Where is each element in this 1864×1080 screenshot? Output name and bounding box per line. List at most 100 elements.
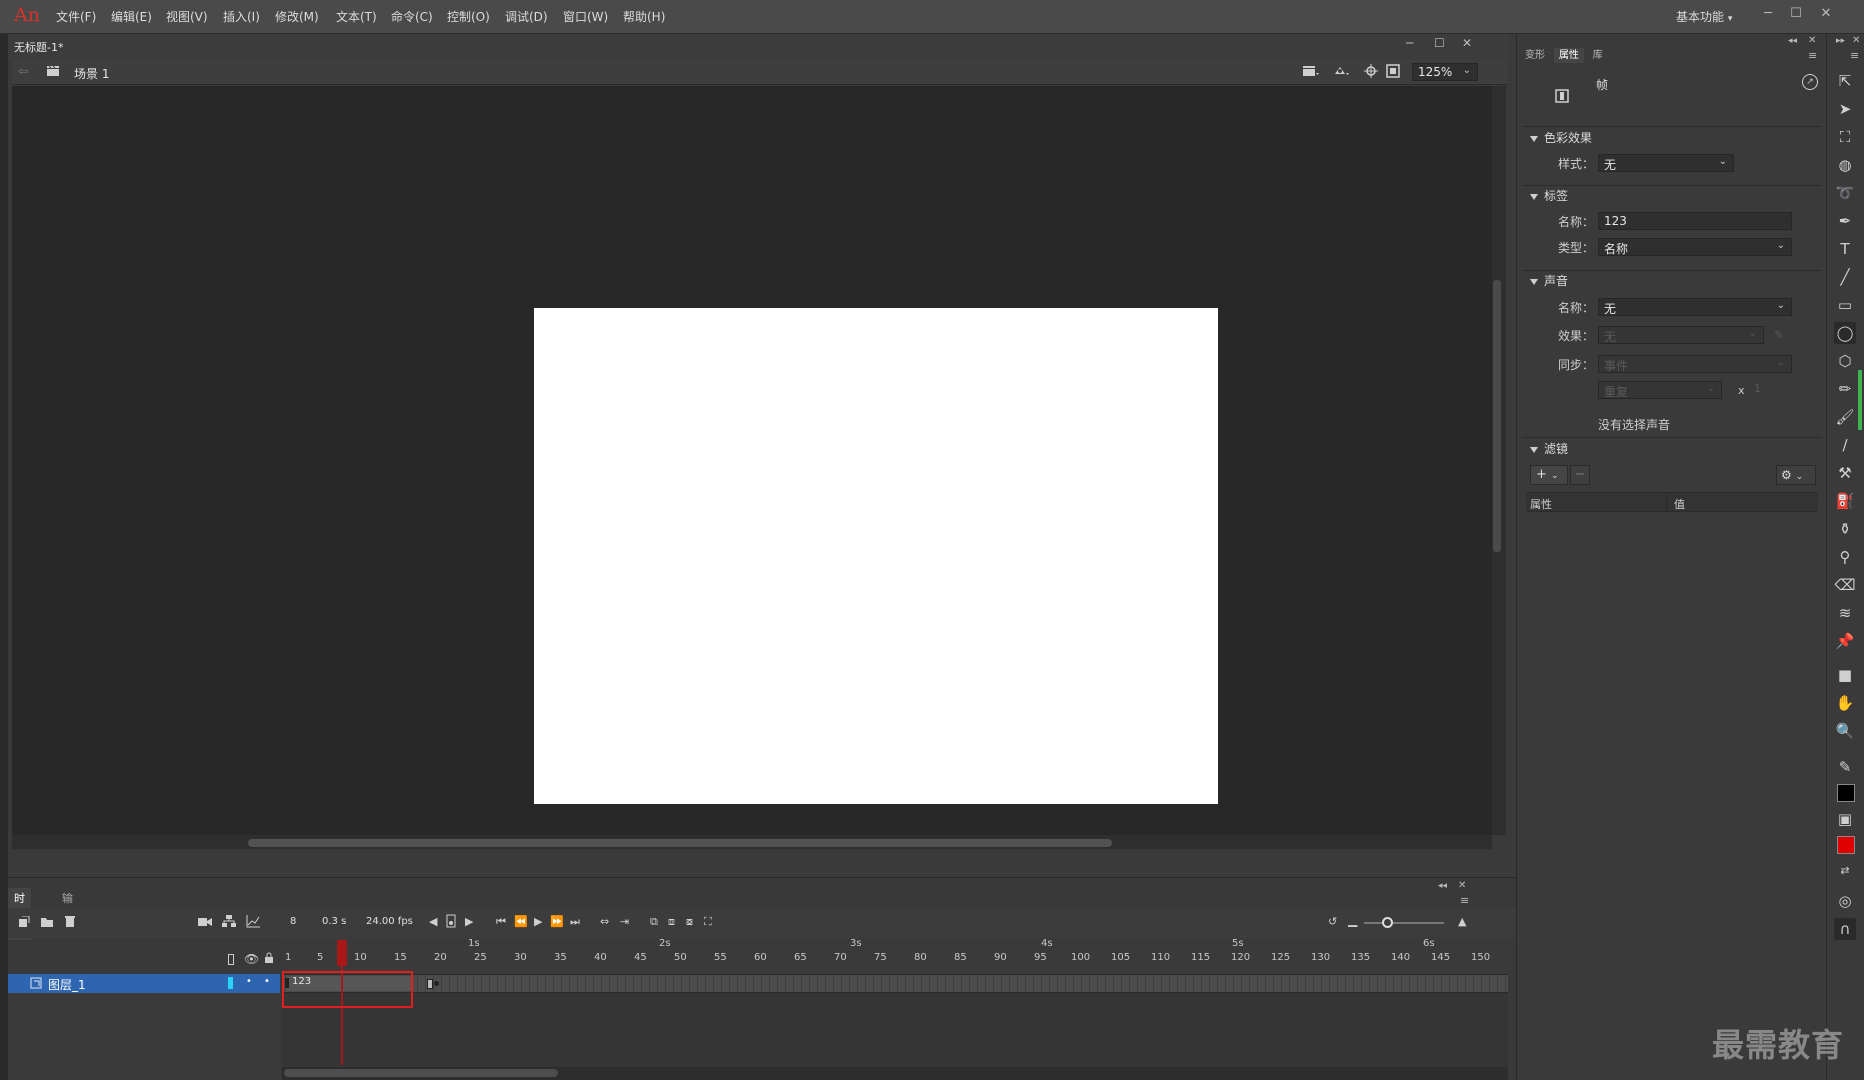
end-frame-marker[interactable] — [427, 979, 433, 989]
color-effect-header[interactable]: 色彩效果 — [1530, 129, 1592, 146]
center-stage-icon[interactable] — [1364, 64, 1378, 78]
stage-canvas[interactable] — [534, 308, 1218, 804]
color-style-select[interactable]: 无 ⌄ — [1598, 154, 1734, 172]
add-filter-button[interactable]: + ⌄ — [1530, 465, 1568, 485]
menu-insert[interactable]: 插入(I) — [223, 8, 260, 25]
doc-close-icon[interactable]: ✕ — [1462, 36, 1472, 50]
play-icon[interactable]: ▶ — [534, 915, 542, 928]
menu-help[interactable]: 帮助(H) — [623, 8, 665, 25]
onion-outline-icon[interactable]: ⧈ — [668, 915, 675, 929]
menu-file[interactable]: 文件(F) — [56, 8, 96, 25]
stroke-color-swatch[interactable] — [1837, 784, 1855, 802]
layer-name[interactable]: 图层_1 — [48, 976, 86, 993]
new-folder-icon[interactable] — [40, 916, 54, 928]
parent-view-icon[interactable] — [222, 915, 236, 928]
elapsed-time[interactable]: 0.3 s — [322, 916, 346, 927]
text-tool-icon[interactable]: T — [1834, 238, 1856, 260]
eye-icon[interactable]: 👁 — [244, 952, 259, 966]
collapse-panel-icon[interactable]: ◂◂ — [1788, 36, 1797, 46]
width-tool-icon[interactable]: ≋ — [1834, 602, 1856, 624]
sound-name-select[interactable]: 无 ⌄ — [1598, 298, 1792, 316]
vertical-scroll-thumb[interactable] — [1493, 280, 1501, 552]
free-transform-tool-icon[interactable]: ⛶ — [1834, 126, 1856, 148]
menu-window[interactable]: 窗口(W) — [563, 8, 608, 25]
graph-icon[interactable] — [246, 915, 260, 928]
help-icon[interactable]: ↗ — [1802, 74, 1818, 90]
menu-debug[interactable]: 调试(D) — [505, 8, 548, 25]
label-section-header[interactable]: 标签 — [1530, 187, 1568, 204]
insert-keyframe-icon[interactable] — [446, 914, 456, 928]
step-forward-icon[interactable]: ⏩ — [550, 915, 564, 928]
label-type-select[interactable]: 名称 ⌄ — [1598, 238, 1792, 256]
horizontal-scroll-thumb[interactable] — [248, 839, 1112, 847]
go-to-first-icon[interactable]: ⏮ — [496, 915, 506, 929]
minimize-icon[interactable]: ─ — [1758, 4, 1778, 24]
pen-tool-icon[interactable]: ✒ — [1834, 210, 1856, 232]
filter-options-button[interactable]: ⚙ ⌄ — [1776, 465, 1816, 485]
prev-keyframe-icon[interactable]: ◀ — [429, 915, 437, 928]
panel-close-icon[interactable]: ✕ — [1808, 35, 1816, 46]
frame-size-slider-thumb[interactable] — [1382, 917, 1393, 928]
swap-colors-icon[interactable]: ⇄ — [1834, 860, 1856, 882]
restore-icon[interactable]: ☐ — [1786, 4, 1806, 24]
layer-color-swatch[interactable] — [228, 977, 233, 989]
menu-view[interactable]: 视图(V) — [166, 8, 208, 25]
zoom-in-frames-icon[interactable]: ▲ — [1458, 915, 1466, 928]
object-drawing-icon[interactable]: ◎ — [1834, 890, 1856, 912]
frame-rate[interactable]: 24.00 fps — [366, 916, 413, 927]
lock-dot[interactable]: • — [264, 976, 270, 987]
doc-restore-icon[interactable]: ☐ — [1434, 36, 1445, 50]
menu-text[interactable]: 文本(T) — [336, 8, 377, 25]
menu-commands[interactable]: 命令(C) — [391, 8, 433, 25]
fit-frames-icon[interactable]: ↺ — [1328, 915, 1337, 928]
timeline-scroll-thumb[interactable] — [284, 1069, 558, 1077]
tools-menu-icon[interactable]: ≡ — [1850, 49, 1859, 62]
edit-multiple-frames-icon[interactable]: ⧇ — [686, 915, 693, 929]
close-icon[interactable]: ✕ — [1816, 4, 1836, 24]
line-tool-icon[interactable]: ╱ — [1834, 266, 1856, 288]
subselection-tool-icon[interactable]: ➤ — [1834, 98, 1856, 120]
zoom-select[interactable]: 125% ⌄ — [1412, 63, 1478, 81]
3d-rotation-tool-icon[interactable]: ◍ — [1834, 154, 1856, 176]
collapse-panel-icon[interactable]: ◂◂ — [1438, 881, 1447, 891]
ink-bottle-tool-icon[interactable]: ⚱ — [1834, 518, 1856, 540]
eraser-tool-icon[interactable]: ⌫ — [1834, 574, 1856, 596]
back-arrow-icon[interactable]: ⇦ — [18, 64, 28, 78]
tab-library[interactable]: 库 — [1588, 48, 1608, 63]
go-to-last-icon[interactable]: ⏭ — [570, 915, 580, 929]
selection-tool-icon[interactable]: ⇱ — [1834, 70, 1856, 92]
polystar-tool-icon[interactable]: ⬡ — [1834, 350, 1856, 372]
paint-bucket-tool-icon[interactable]: ⛽ — [1834, 490, 1856, 512]
remove-filter-button[interactable]: − — [1570, 465, 1590, 485]
layer-row[interactable]: 图层_1 • • — [8, 974, 280, 993]
sound-repeat-select[interactable]: 重复 ⌄ — [1598, 381, 1722, 399]
lock-icon[interactable] — [264, 952, 274, 964]
tab-properties[interactable]: 属性 — [1553, 48, 1584, 63]
bone-tool-icon[interactable]: ⚒ — [1834, 462, 1856, 484]
filters-section-header[interactable]: 滤镜 — [1530, 440, 1568, 457]
tab-transform[interactable]: 变形 — [1520, 48, 1550, 63]
menu-control[interactable]: 控制(O) — [447, 8, 490, 25]
frame-size-slider-track[interactable] — [1364, 922, 1444, 924]
zoom-out-frames-icon[interactable]: ▁ — [1348, 913, 1357, 927]
doc-minimize-icon[interactable]: ─ — [1406, 36, 1413, 50]
onion-skin-icon[interactable]: ⧉ — [650, 915, 658, 929]
edit-symbol-icon[interactable] — [1332, 64, 1350, 78]
keyframe-dot[interactable] — [434, 981, 439, 986]
workspace-switcher[interactable]: 基本功能 ▾ — [1676, 8, 1732, 25]
visibility-dot[interactable]: • — [246, 976, 252, 987]
menu-modify[interactable]: 修改(M) — [275, 8, 319, 25]
delete-layer-icon[interactable] — [64, 915, 76, 928]
pin-tool-icon[interactable]: 📌 — [1834, 630, 1856, 652]
lasso-tool-icon[interactable]: ➰ — [1834, 182, 1856, 204]
edit-scene-icon[interactable] — [1302, 64, 1320, 78]
clip-stage-icon[interactable] — [1386, 64, 1400, 78]
camera-icon[interactable] — [198, 916, 212, 927]
zoom-tool-icon[interactable]: 🔍 — [1834, 720, 1856, 742]
collapse-tools-icon[interactable]: ▸▸ — [1836, 36, 1845, 46]
tools-close-icon[interactable]: ✕ — [1852, 35, 1860, 46]
edit-sound-pencil-icon[interactable]: ✎ — [1774, 328, 1784, 342]
oval-tool-icon[interactable]: ◯ — [1834, 322, 1856, 344]
paint-brush-tool-icon[interactable]: 🖌 — [1834, 406, 1856, 428]
new-layer-icon[interactable] — [18, 916, 30, 928]
